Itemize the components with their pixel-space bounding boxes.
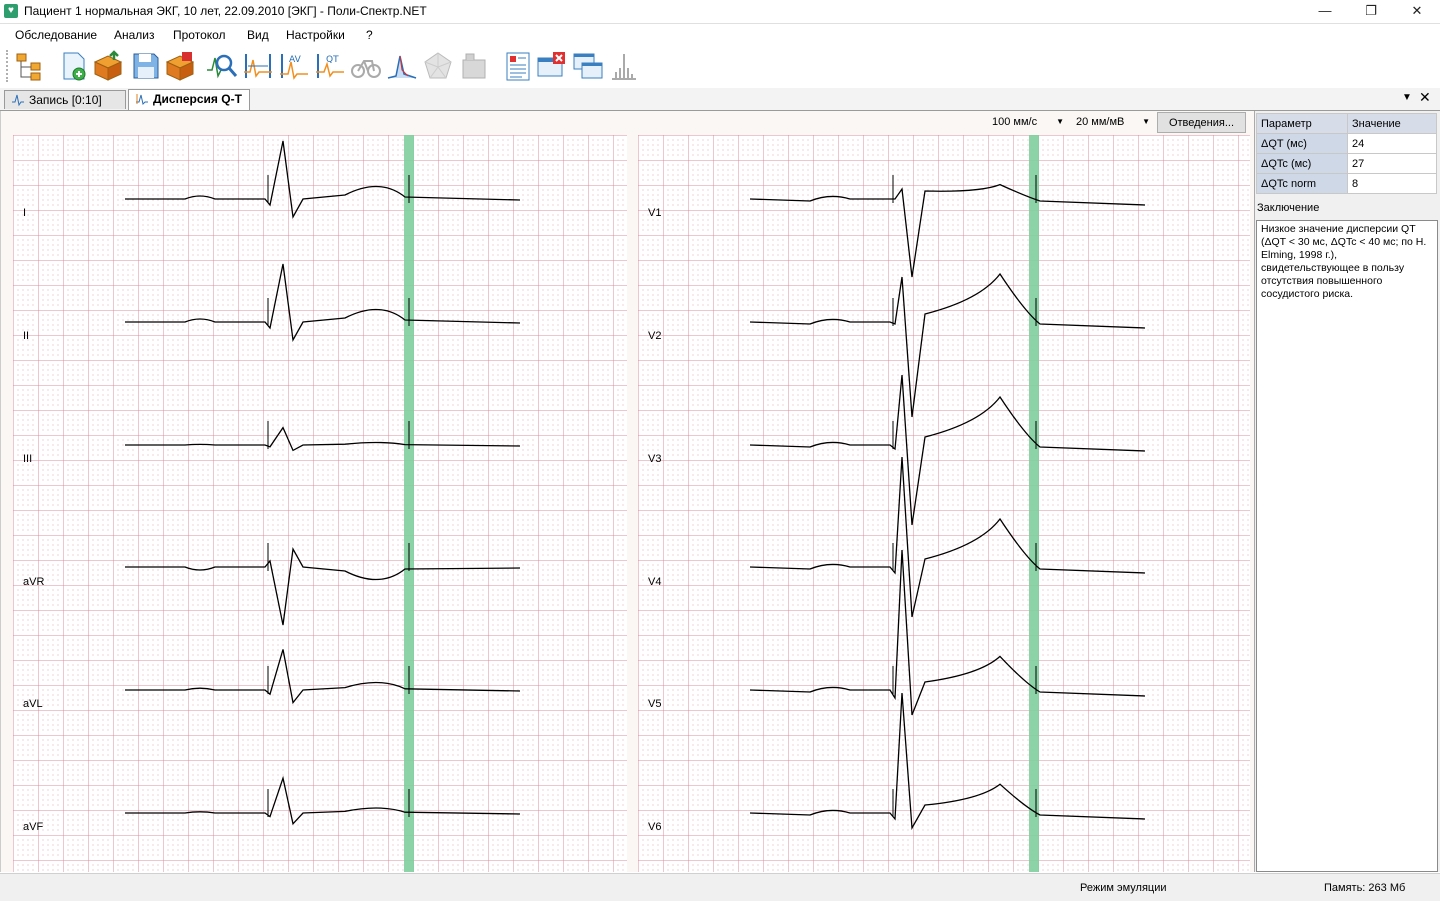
building-icon[interactable]	[458, 50, 490, 82]
column-header-parameter[interactable]: Параметр	[1256, 113, 1348, 134]
save-exam-icon[interactable]	[130, 50, 162, 82]
gain-chevron-down-icon: ▼	[1142, 117, 1150, 126]
gain-select[interactable]: 20 мм/мВ ▼	[1070, 112, 1154, 133]
param-name: ΔQTc (мс)	[1256, 153, 1348, 174]
speed-chevron-down-icon: ▼	[1056, 117, 1064, 126]
tab-qt-dispersion[interactable]: Дисперсия Q-T	[128, 89, 250, 110]
tab-close-icon[interactable]: ✕	[1419, 89, 1431, 106]
ecg-grid-background	[638, 135, 1250, 872]
table-row[interactable]: ΔQTc (мс) 27	[1256, 153, 1437, 174]
menu-settings[interactable]: Настройки	[286, 28, 345, 42]
tab-strip: Запись [0:10] Дисперсия Q-T	[0, 88, 1440, 111]
svg-text:QT: QT	[326, 55, 339, 65]
toolbar-grip[interactable]	[6, 50, 11, 82]
lead-label-aVR: aVR	[23, 576, 44, 588]
qt-end-marker[interactable]	[404, 135, 414, 872]
close-window-icon[interactable]	[536, 50, 568, 82]
status-memory: Память: 263 Мб	[1324, 882, 1406, 894]
table-row[interactable]: ΔQT (мс) 24	[1256, 133, 1437, 154]
qt-end-marker[interactable]	[1029, 135, 1039, 872]
menu-protocol[interactable]: Протокол	[173, 28, 226, 42]
param-value: 8	[1347, 173, 1437, 194]
param-value: 27	[1347, 153, 1437, 174]
tree-view-icon[interactable]	[14, 50, 46, 82]
speed-value: 100 мм/с	[992, 116, 1038, 128]
lead-label-aVF: aVF	[23, 821, 43, 833]
parameters-table: Параметр Значение ΔQT (мс) 24 ΔQTc (мс) …	[1256, 113, 1437, 194]
bicycle-icon[interactable]	[350, 50, 382, 82]
minimize-button[interactable]: —	[1302, 0, 1348, 23]
lead-label-V1: V1	[648, 207, 661, 219]
close-button[interactable]: ✕	[1394, 0, 1440, 23]
export-icon[interactable]	[164, 50, 196, 82]
ecg-panel-limb: I II III aVR aVL aVF	[13, 135, 627, 872]
tab-record[interactable]: Запись [0:10]	[4, 90, 126, 109]
qt-interval-icon[interactable]: QT	[314, 50, 346, 82]
av-interval-icon[interactable]: AV	[278, 50, 310, 82]
interval-icon[interactable]	[242, 50, 274, 82]
windows-icon[interactable]	[572, 50, 604, 82]
menu-examination[interactable]: Обследование	[15, 28, 97, 42]
lead-label-V3: V3	[648, 453, 661, 465]
spectrum-icon[interactable]	[386, 50, 418, 82]
speed-select[interactable]: 100 мм/с ▼	[986, 112, 1068, 133]
tab-qt-dispersion-label: Дисперсия Q-T	[153, 92, 242, 106]
param-value: 24	[1347, 133, 1437, 154]
gain-value: 20 мм/мВ	[1076, 116, 1125, 128]
lead-label-aVL: aVL	[23, 698, 43, 710]
param-name: ΔQTc norm	[1256, 173, 1348, 194]
param-name: ΔQT (мс)	[1256, 133, 1348, 154]
conclusion-label: Заключение	[1257, 202, 1320, 214]
new-exam-icon[interactable]	[58, 50, 90, 82]
ecg-panel-chest: V1 V2 V3 V4 V5 V6	[638, 135, 1250, 872]
menu-analysis[interactable]: Анализ	[114, 28, 155, 42]
search-complex-icon[interactable]	[206, 50, 238, 82]
toolbar: AV QT	[0, 46, 1440, 86]
vector-icon[interactable]	[422, 50, 454, 82]
record-tab-icon	[12, 94, 24, 107]
qt-dispersion-tab-icon	[136, 94, 148, 105]
table-row[interactable]: ΔQTc norm 8	[1256, 173, 1437, 194]
protocol-icon[interactable]	[502, 50, 534, 82]
conclusion-text[interactable]: Низкое значение дисперсии QT (ΔQT < 30 м…	[1256, 220, 1438, 872]
menu-bar: Обследование Анализ Протокол Вид Настрой…	[0, 24, 1440, 45]
lead-label-III: III	[23, 453, 32, 465]
lead-label-V5: V5	[648, 698, 661, 710]
title-bar: ♥ Пациент 1 нормальная ЭКГ, 10 лет, 22.0…	[0, 0, 1440, 24]
lead-label-V6: V6	[648, 821, 661, 833]
table-header-row: Параметр Значение	[1256, 113, 1437, 134]
lead-label-II: II	[23, 330, 29, 342]
menu-help[interactable]: ?	[366, 28, 373, 42]
ecg-grid-background	[13, 135, 627, 872]
open-exam-icon[interactable]	[92, 50, 124, 82]
histogram-icon[interactable]	[608, 50, 640, 82]
column-header-value[interactable]: Значение	[1347, 113, 1437, 134]
ecg-chest-leads-grid: V1 V2 V3 V4 V5 V6	[638, 135, 1250, 872]
maximize-button[interactable]: ❐	[1348, 0, 1394, 23]
app-icon: ♥	[4, 4, 18, 18]
status-bar: Режим эмуляции Память: 263 Мб	[0, 873, 1440, 901]
tab-list-dropdown-icon[interactable]: ▼	[1402, 92, 1412, 103]
leads-button[interactable]: Отведения...	[1157, 112, 1246, 133]
window-title: Пациент 1 нормальная ЭКГ, 10 лет, 22.09.…	[24, 4, 427, 18]
menu-view[interactable]: Вид	[247, 28, 269, 42]
ecg-limb-leads-grid: IIIIIIaVRaVLaVF	[13, 135, 627, 872]
tab-record-label: Запись [0:10]	[29, 93, 102, 107]
lead-label-V4: V4	[648, 576, 661, 588]
lead-label-I: I	[23, 207, 26, 219]
lead-label-V2: V2	[648, 330, 661, 342]
status-mode: Режим эмуляции	[1080, 882, 1167, 894]
